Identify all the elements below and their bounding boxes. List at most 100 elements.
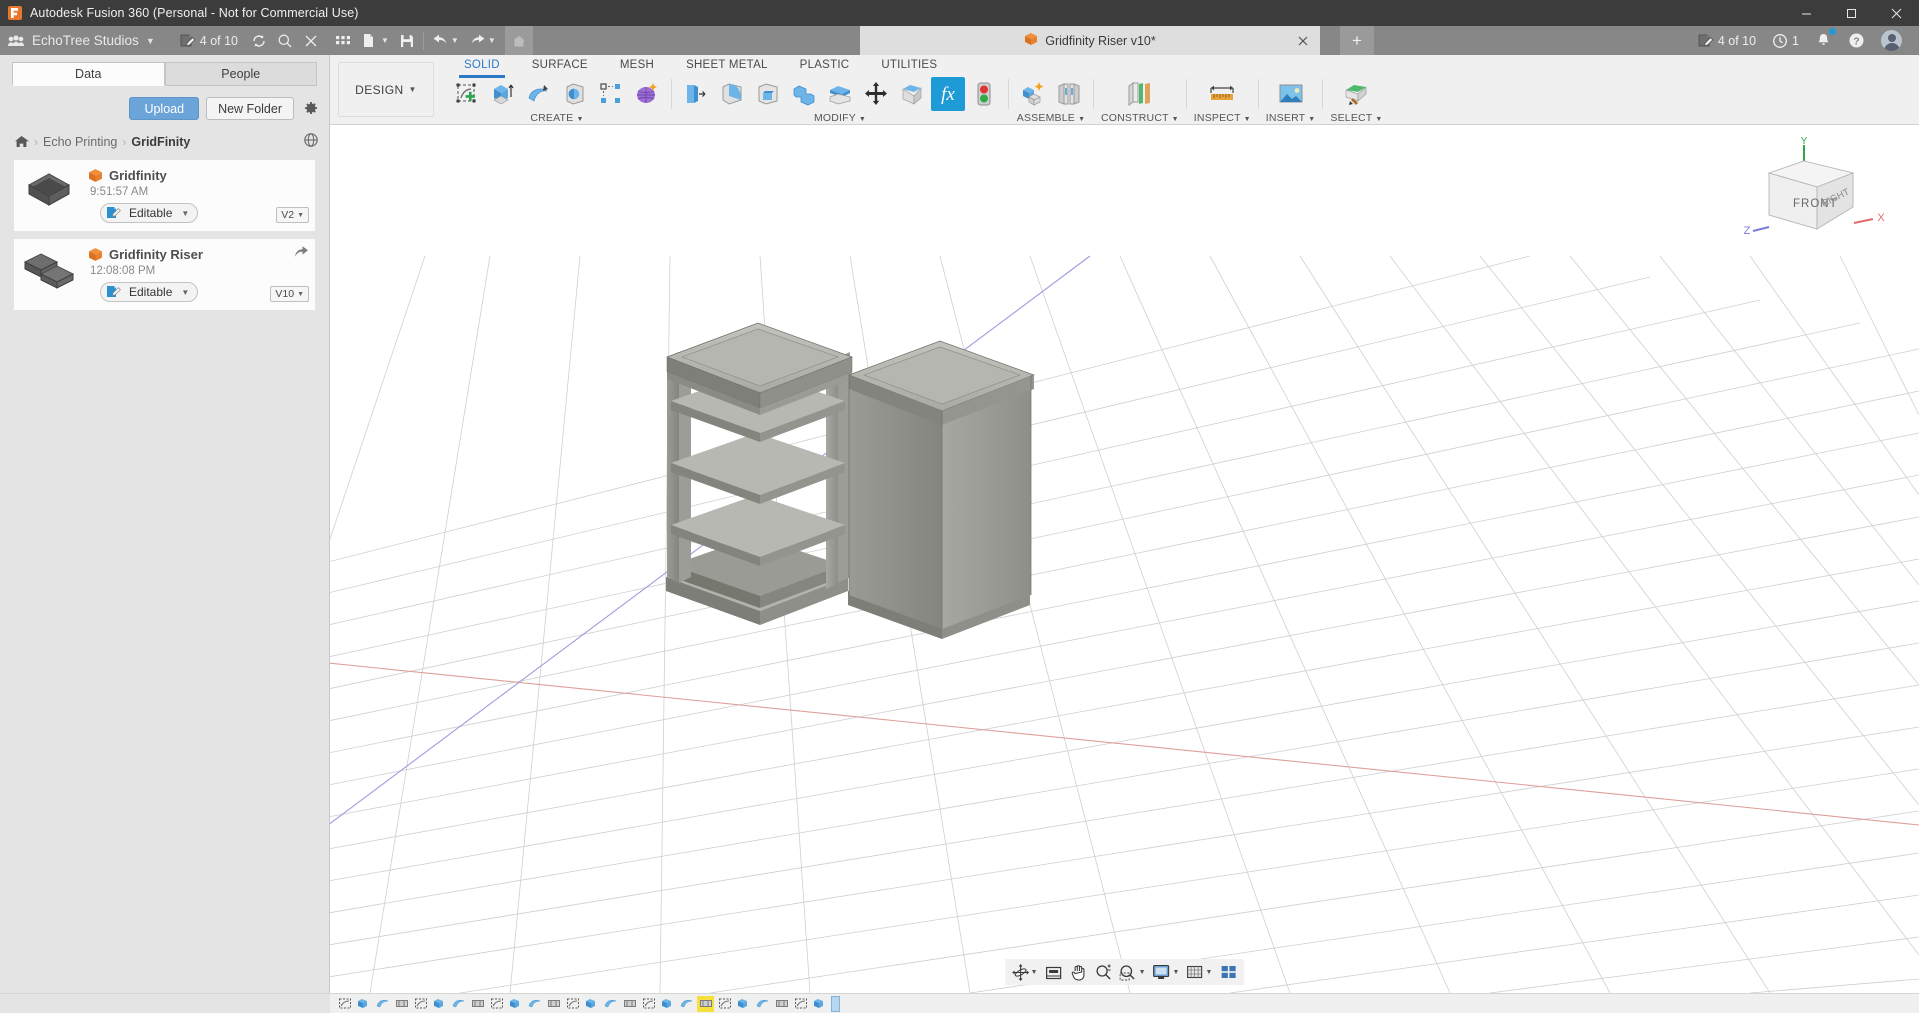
jobs-status-right[interactable]: 4 of 10	[1691, 26, 1763, 55]
chevron-down-icon[interactable]: ▼	[1205, 969, 1212, 976]
globe-icon[interactable]	[303, 132, 319, 151]
revolve-icon[interactable]	[522, 77, 556, 111]
timeline-node[interactable]	[469, 996, 486, 1012]
clock-status[interactable]: 1	[1765, 26, 1806, 55]
gear-icon[interactable]	[301, 99, 321, 119]
orbit-icon[interactable]: ▼	[1009, 960, 1041, 984]
refresh-icon[interactable]	[246, 28, 272, 54]
timeline-node[interactable]	[621, 996, 638, 1012]
chevron-down-icon[interactable]: ▼	[1172, 116, 1179, 123]
version-badge[interactable]: V10 ▼	[270, 286, 309, 302]
pan-icon[interactable]	[1067, 960, 1091, 984]
chevron-down-icon[interactable]: ▼	[577, 116, 584, 123]
minimize-icon[interactable]	[1784, 0, 1829, 26]
breadcrumb-item-echo-printing[interactable]: Echo Printing	[43, 135, 117, 149]
close-icon[interactable]	[1874, 0, 1919, 26]
notification-bell-icon[interactable]	[1808, 26, 1839, 55]
timeline-node[interactable]	[811, 996, 828, 1012]
chevron-down-icon[interactable]: ▼	[1308, 116, 1315, 123]
timeline-playhead[interactable]	[831, 995, 840, 1012]
fillet-icon[interactable]	[715, 77, 749, 111]
fit-icon[interactable]: ▼	[1117, 960, 1149, 984]
list-item[interactable]: Gridfinity Riser 12:08:08 PM Editable ▼	[14, 239, 315, 310]
tab-utilities[interactable]: UTILITIES	[865, 57, 953, 75]
chevron-down-icon[interactable]: ▼	[1173, 969, 1180, 976]
maximize-icon[interactable]	[1829, 0, 1874, 26]
timeline-node[interactable]	[754, 996, 771, 1012]
align-icon[interactable]	[895, 77, 929, 111]
timeline-node[interactable]	[526, 996, 543, 1012]
new-document-icon[interactable]: ▼	[356, 26, 394, 55]
insert-image-icon[interactable]	[1271, 77, 1311, 111]
tab-people[interactable]: People	[164, 62, 317, 86]
undo-icon[interactable]: ▼	[427, 26, 464, 55]
viewport-3d[interactable]: Y X Z FRONT RIGHT ▼ ▼ ▼ ▼	[330, 125, 1919, 993]
home-icon[interactable]	[14, 135, 29, 148]
chevron-down-icon[interactable]: ▼	[1078, 116, 1085, 123]
tab-solid[interactable]: SOLID	[448, 57, 516, 78]
chevron-down-icon[interactable]: ▼	[297, 291, 304, 298]
timeline-node[interactable]	[412, 996, 429, 1012]
move-copy-icon[interactable]	[859, 77, 893, 111]
chevron-down-icon[interactable]: ▼	[381, 36, 389, 45]
timeline-node[interactable]	[374, 996, 391, 1012]
combine-icon[interactable]	[787, 77, 821, 111]
timeline-node[interactable]	[716, 996, 733, 1012]
tab-surface[interactable]: SURFACE	[516, 57, 604, 75]
redo-icon[interactable]: ▼	[464, 26, 501, 55]
tab-mesh[interactable]: MESH	[604, 57, 670, 75]
measure-icon[interactable]	[1202, 77, 1242, 111]
breadcrumb-item-gridfinity[interactable]: GridFinity	[131, 135, 190, 149]
extrude-icon[interactable]	[486, 77, 520, 111]
tab-data[interactable]: Data	[12, 62, 165, 86]
timeline-node[interactable]	[792, 996, 809, 1012]
tab-sheet-metal[interactable]: SHEET METAL	[670, 57, 784, 75]
offset-plane-icon[interactable]	[1120, 77, 1160, 111]
joint-icon[interactable]	[1052, 77, 1086, 111]
timeline-node[interactable]	[678, 996, 695, 1012]
share-icon[interactable]	[294, 246, 309, 262]
chevron-down-icon[interactable]: ▼	[181, 209, 189, 218]
version-badge[interactable]: V2 ▼	[276, 207, 309, 223]
timeline-node[interactable]	[773, 996, 790, 1012]
chevron-down-icon[interactable]: ▼	[451, 36, 459, 45]
chevron-down-icon[interactable]: ▼	[1031, 969, 1038, 976]
close-panel-icon[interactable]	[298, 28, 324, 54]
viewport-layout-icon[interactable]	[1216, 960, 1240, 984]
chevron-down-icon[interactable]: ▼	[1139, 969, 1146, 976]
chevron-down-icon[interactable]: ▼	[297, 212, 304, 219]
compute-all-icon[interactable]	[967, 77, 1001, 111]
grid-menu-icon[interactable]	[330, 26, 356, 55]
timeline-node[interactable]	[336, 996, 353, 1012]
timeline-node[interactable]	[355, 996, 372, 1012]
timeline-node[interactable]	[640, 996, 657, 1012]
timeline-node[interactable]	[697, 995, 714, 1012]
sphere-icon[interactable]	[558, 77, 592, 111]
change-parameters-icon[interactable]: fx	[931, 77, 965, 111]
grid-snaps-icon[interactable]: ▼	[1183, 960, 1215, 984]
timeline-node[interactable]	[431, 996, 448, 1012]
pattern-icon[interactable]	[594, 77, 628, 111]
search-icon[interactable]	[272, 28, 298, 54]
timeline-node[interactable]	[450, 996, 467, 1012]
select-icon[interactable]	[1336, 77, 1376, 111]
view-cube[interactable]: Y X Z FRONT RIGHT	[1741, 135, 1891, 245]
team-name[interactable]: EchoTree Studios	[32, 33, 139, 48]
chevron-down-icon[interactable]: ▼	[146, 36, 155, 46]
zoom-icon[interactable]	[1092, 960, 1116, 984]
status-badge[interactable]: Editable ▼	[100, 282, 199, 302]
list-item[interactable]: Gridfinity 9:51:57 AM Editable ▼ V2 ▼	[14, 160, 315, 231]
upload-button[interactable]: Upload	[129, 97, 200, 120]
look-at-icon[interactable]	[1042, 960, 1066, 984]
avatar[interactable]	[1874, 26, 1909, 55]
chevron-down-icon[interactable]: ▼	[859, 116, 866, 123]
shell-icon[interactable]	[751, 77, 785, 111]
jobs-status[interactable]: 4 of 10	[180, 34, 238, 48]
timeline-node[interactable]	[507, 996, 524, 1012]
display-settings-icon[interactable]: ▼	[1150, 960, 1183, 984]
chevron-down-icon[interactable]: ▼	[181, 288, 189, 297]
press-pull-icon[interactable]	[679, 77, 713, 111]
help-icon[interactable]: ?	[1841, 26, 1872, 55]
timeline-node[interactable]	[545, 996, 562, 1012]
chevron-down-icon[interactable]: ▼	[409, 85, 417, 94]
